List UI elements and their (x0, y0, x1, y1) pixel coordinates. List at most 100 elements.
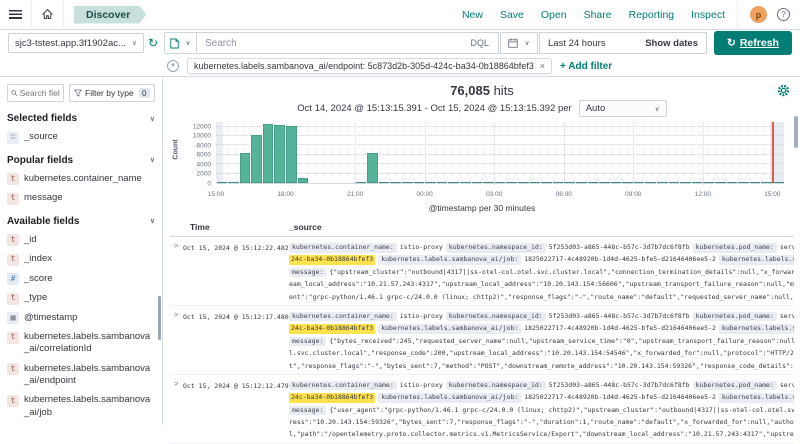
histogram-bar[interactable] (530, 182, 541, 184)
histogram-bar[interactable] (506, 182, 517, 184)
sidebar-field-_index[interactable]: t_index (7, 253, 155, 266)
sidebar-field-kubernetes.labels.sambanova_ai/correlationId[interactable]: tkubernetes.labels.sambanova_ai/correlat… (7, 331, 155, 356)
histogram-bar[interactable] (263, 124, 274, 183)
histogram-bar[interactable] (750, 182, 761, 184)
sidebar-field-@timestamp[interactable]: ▦@timestamp (7, 312, 155, 325)
histogram-bar[interactable] (390, 182, 401, 184)
field-section-title[interactable]: Selected fields∨ (7, 113, 155, 124)
histogram-bar[interactable] (217, 182, 228, 184)
sidebar-field-kubernetes.labels.sambanova_ai/endpoint[interactable]: tkubernetes.labels.sambanova_ai/endpoint (7, 363, 155, 388)
histogram-bar[interactable] (251, 135, 262, 183)
sidebar-field-_score[interactable]: #_score (7, 273, 155, 286)
field-section-title[interactable]: Popular fields∨ (7, 155, 155, 166)
search-icon (11, 89, 18, 97)
help-icon[interactable]: ? (777, 8, 790, 21)
show-dates-button[interactable]: Show dates (645, 38, 698, 49)
field-name-chip: kubernetes.labels.sambanova_ (719, 255, 794, 265)
field-section-title[interactable]: Available fields∨ (7, 216, 155, 227)
sidebar-field-_type[interactable]: t_type (7, 292, 155, 305)
histogram-bar[interactable] (553, 182, 564, 184)
histogram-bar[interactable] (274, 125, 285, 183)
expand-row-caret[interactable]: > (170, 310, 183, 372)
avatar[interactable]: p (750, 6, 767, 23)
add-filter-button[interactable]: + Add filter (560, 61, 612, 72)
histogram-bar[interactable] (402, 182, 413, 184)
histogram-bar[interactable] (495, 182, 506, 184)
histogram-bar[interactable] (599, 182, 610, 184)
date-picker-button[interactable]: ∨ (500, 32, 538, 54)
histogram-bar[interactable] (738, 182, 749, 184)
histogram-bar[interactable] (518, 182, 529, 184)
string-field-icon: t (7, 293, 19, 305)
histogram-bar[interactable] (240, 153, 251, 184)
remove-filter-icon[interactable]: × (540, 61, 545, 71)
nav-inspect[interactable]: Inspect (691, 9, 725, 21)
histogram-bar[interactable] (588, 182, 599, 184)
histogram-bar[interactable] (576, 182, 587, 184)
expand-row-caret[interactable]: > (170, 379, 183, 441)
nav-share[interactable]: Share (584, 9, 612, 21)
histogram-bar[interactable] (645, 182, 656, 184)
histogram-bar[interactable] (356, 182, 367, 184)
filter-by-type-button[interactable]: Filter by type 0 (69, 84, 155, 102)
histogram-bar[interactable] (761, 182, 772, 184)
index-pattern-select[interactable]: sjc3-tstest.app.3f1902ac... ∨ (8, 33, 144, 53)
histogram-bar[interactable] (773, 182, 784, 184)
histogram-bar[interactable] (472, 182, 483, 184)
histogram-bar[interactable] (727, 182, 738, 184)
histogram-bar[interactable] (286, 126, 297, 183)
histogram-bar[interactable] (414, 182, 425, 184)
time-range-value[interactable]: Last 24 hours (548, 38, 606, 49)
time-column-header[interactable]: Time (170, 222, 289, 232)
chart-settings-button[interactable] (777, 84, 790, 102)
histogram-bar[interactable] (715, 182, 726, 184)
nav-new[interactable]: New (462, 9, 483, 21)
refresh-button[interactable]: ↻ Refresh (714, 31, 792, 55)
histogram-bar[interactable] (657, 182, 668, 184)
histogram-bar[interactable] (669, 182, 680, 184)
histogram-bar[interactable] (367, 153, 378, 183)
histogram-bar[interactable] (483, 182, 494, 184)
saved-query-menu-button[interactable]: ∨ (164, 32, 197, 54)
reload-index-icon[interactable]: ↻ (148, 37, 158, 49)
breadcrumb[interactable]: Discover (74, 6, 146, 24)
nav-reporting[interactable]: Reporting (629, 9, 675, 21)
histogram-bar[interactable] (437, 182, 448, 184)
sidebar-field-message[interactable]: tmessage (7, 192, 155, 205)
histogram-bar[interactable] (611, 182, 622, 184)
sidebar-controls: Filter by type 0 (7, 84, 155, 102)
histogram-bar[interactable] (564, 182, 575, 184)
field-value: {"user_agent":"grpc-python/1.46.1 grpc-c… (329, 406, 794, 414)
histogram-bar[interactable] (379, 182, 390, 184)
histogram-bar[interactable] (680, 182, 691, 184)
nav-open[interactable]: Open (541, 9, 567, 21)
histogram-bar[interactable] (425, 182, 436, 184)
histogram-bar[interactable] (228, 182, 239, 184)
sidebar-scrollbar-thumb[interactable] (158, 296, 161, 340)
home-button[interactable] (32, 0, 64, 30)
histogram-bar[interactable] (460, 182, 471, 184)
sidebar-field-_source[interactable]: ∷_source (7, 131, 155, 144)
query-language-button[interactable]: DQL (463, 38, 496, 48)
expand-row-caret[interactable]: > (170, 241, 183, 303)
histogram-bar[interactable] (622, 182, 633, 184)
sidebar-field-_id[interactable]: t_id (7, 234, 155, 247)
sidebar-field-kubernetes.container_name[interactable]: tkubernetes.container_name (7, 173, 155, 186)
menu-button[interactable] (0, 0, 32, 30)
filter-pill[interactable]: kubernetes.labels.sambanova_ai/endpoint:… (187, 58, 552, 74)
histogram-bar[interactable] (448, 182, 459, 184)
histogram-bar[interactable] (692, 182, 703, 184)
filter-options-icon[interactable]: ▼ (167, 60, 179, 72)
sidebar-field-kubernetes.labels.sambanova_ai/job[interactable]: tkubernetes.labels.sambanova_ai/job (7, 394, 155, 419)
search-input[interactable] (205, 38, 463, 49)
field-name: message (24, 192, 63, 204)
interval-select[interactable]: Auto ∨ (579, 100, 667, 117)
field-search-input[interactable] (20, 88, 60, 98)
main-scrollbar-thumb[interactable] (794, 116, 798, 148)
histogram-bar[interactable] (298, 178, 309, 183)
histogram-bar[interactable] (541, 182, 552, 184)
histogram-bar[interactable] (634, 182, 645, 184)
field-value: t","response_flags":"-","bytes_sent":7,"… (289, 362, 794, 370)
nav-save[interactable]: Save (500, 9, 524, 21)
histogram-bar[interactable] (703, 182, 714, 184)
